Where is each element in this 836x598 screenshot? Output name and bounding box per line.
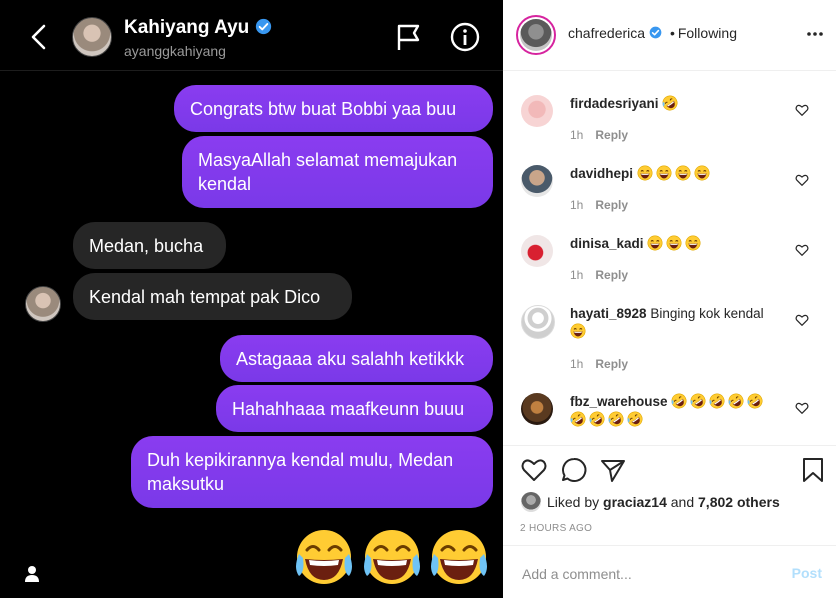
- reply-button[interactable]: Reply: [595, 357, 628, 371]
- more-options-icon[interactable]: [806, 30, 824, 38]
- comment-body: Binging kok kendal: [650, 306, 764, 321]
- grinning-emoji-icon: [570, 323, 586, 339]
- verified-icon: [649, 26, 662, 39]
- post-author-avatar[interactable]: [516, 15, 556, 55]
- grinning-emoji-icon: [656, 165, 672, 181]
- post-time: 2 HOURS AGO: [520, 523, 593, 534]
- back-icon[interactable]: [24, 20, 54, 54]
- add-comment-input[interactable]: [520, 558, 774, 590]
- rolling-laughing-emoji-icon: [690, 393, 706, 409]
- info-icon[interactable]: [450, 22, 480, 52]
- rolling-laughing-emoji-icon: [747, 393, 763, 409]
- commenter-username[interactable]: davidhepi: [570, 166, 633, 181]
- tears-of-joy-emoji-icon: [431, 530, 487, 584]
- like-heart-icon[interactable]: [520, 456, 548, 484]
- commenter-username[interactable]: dinisa_kadi: [570, 236, 644, 251]
- reply-button[interactable]: Reply: [595, 268, 628, 282]
- rolling-laughing-emoji-icon: [627, 411, 643, 427]
- comment-text: hayati_8928 Binging kok kendal: [570, 305, 780, 341]
- comment-text: davidhepi: [570, 165, 780, 183]
- comment-like-heart-icon[interactable]: [795, 313, 809, 327]
- chat-header: Kahiyang Ayu ayanggkahiyang: [0, 0, 503, 71]
- post-username[interactable]: chafrederica: [568, 25, 645, 41]
- comment-icon[interactable]: [560, 456, 588, 484]
- following-button[interactable]: Following: [678, 25, 737, 41]
- post-comment-button[interactable]: Post: [792, 565, 822, 581]
- comment-text: dinisa_kadi: [570, 235, 780, 253]
- comment-like-heart-icon[interactable]: [795, 103, 809, 117]
- flag-icon[interactable]: [394, 22, 422, 52]
- comment-text: fbz_warehouse: [570, 393, 780, 429]
- commenter-avatar[interactable]: [521, 393, 553, 425]
- grinning-emoji-icon: [694, 165, 710, 181]
- likes-others-link[interactable]: 7,802 others: [698, 494, 780, 510]
- comment-like-heart-icon[interactable]: [795, 173, 809, 187]
- comment-time: 1h: [570, 357, 584, 371]
- commenter-username[interactable]: firdadesriyani: [570, 96, 659, 111]
- message-bubble-sent[interactable]: Astagaaa aku salahh ketikkk: [220, 335, 493, 382]
- grinning-emoji-icon: [685, 235, 701, 251]
- separator-dot: •: [669, 25, 675, 41]
- rolling-laughing-emoji-icon: [570, 411, 586, 427]
- chat-name: Kahiyang Ayu: [124, 17, 250, 38]
- message-bubble-received[interactable]: Medan, bucha: [73, 222, 226, 269]
- message-bubble-received[interactable]: Kendal mah tempat pak Dico: [73, 273, 352, 320]
- grinning-emoji-icon: [675, 165, 691, 181]
- reply-button[interactable]: Reply: [595, 198, 628, 212]
- rolling-laughing-emoji-icon: [608, 411, 624, 427]
- commenter-username[interactable]: hayati_8928: [570, 306, 647, 321]
- comment-like-heart-icon[interactable]: [795, 243, 809, 257]
- add-comment-bar: Post: [503, 545, 836, 598]
- likes-summary: Liked by graciaz14 and 7,802 others: [521, 492, 780, 512]
- grinning-emoji-icon: [637, 165, 653, 181]
- message-bubble-sent[interactable]: Congrats btw buat Bobbi yaa buu: [174, 85, 493, 132]
- comment-meta: 1h Reply: [570, 128, 628, 142]
- comment-meta: 1h Reply: [570, 357, 628, 371]
- grinning-emoji-icon: [666, 235, 682, 251]
- comment-time: 1h: [570, 268, 584, 282]
- verified-icon: [256, 18, 272, 35]
- commenter-avatar[interactable]: [521, 305, 555, 339]
- chat-title[interactable]: Kahiyang Ayu: [124, 17, 272, 39]
- post-actions: Liked by graciaz14 and 7,802 others 2 HO…: [503, 445, 836, 598]
- post-header: chafrederica • Following: [503, 0, 836, 71]
- sender-avatar[interactable]: [25, 286, 61, 322]
- commenter-username[interactable]: fbz_warehouse: [570, 394, 668, 409]
- post-author: chafrederica • Following: [568, 25, 737, 41]
- rolling-laughing-emoji-icon: [589, 411, 605, 427]
- reply-button[interactable]: Reply: [595, 128, 628, 142]
- commenter-avatar[interactable]: [521, 165, 553, 197]
- rolling-laughing-emoji-icon: [662, 95, 678, 111]
- save-bookmark-icon[interactable]: [799, 456, 827, 484]
- grinning-emoji-icon: [647, 235, 663, 251]
- comment-time: 1h: [570, 198, 584, 212]
- rolling-laughing-emoji-icon: [728, 393, 744, 409]
- comment-like-heart-icon[interactable]: [795, 401, 809, 415]
- liker-avatar: [521, 492, 541, 512]
- liker-username[interactable]: graciaz14: [603, 494, 667, 510]
- comment-text: firdadesriyani: [570, 95, 780, 113]
- comment-time: 1h: [570, 128, 584, 142]
- comment-meta: 1h Reply: [570, 198, 628, 212]
- person-icon: [25, 566, 39, 582]
- dm-panel: Kahiyang Ayu ayanggkahiyang Congrats btw…: [0, 0, 503, 598]
- message-bubble-sent[interactable]: MasyaAllah selamat memajukan kendal: [182, 136, 493, 208]
- chat-avatar[interactable]: [72, 17, 112, 57]
- share-icon[interactable]: [599, 456, 627, 484]
- rolling-laughing-emoji-icon: [709, 393, 725, 409]
- commenter-avatar[interactable]: [521, 95, 553, 127]
- commenter-avatar[interactable]: [521, 235, 553, 267]
- tears-of-joy-emoji-icon: [364, 530, 420, 584]
- tears-of-joy-emoji-icon: [296, 530, 352, 584]
- rolling-laughing-emoji-icon: [671, 393, 687, 409]
- message-bubble-sent[interactable]: Hahahhaaa maafkeunn buuu: [216, 385, 493, 432]
- post-panel: chafrederica • Following firdadesriyani 1…: [503, 0, 836, 598]
- chat-handle: ayanggkahiyang: [124, 43, 226, 59]
- comment-meta: 1h Reply: [570, 268, 628, 282]
- message-bubble-sent[interactable]: Duh kepikirannya kendal mulu, Medan maks…: [131, 436, 493, 508]
